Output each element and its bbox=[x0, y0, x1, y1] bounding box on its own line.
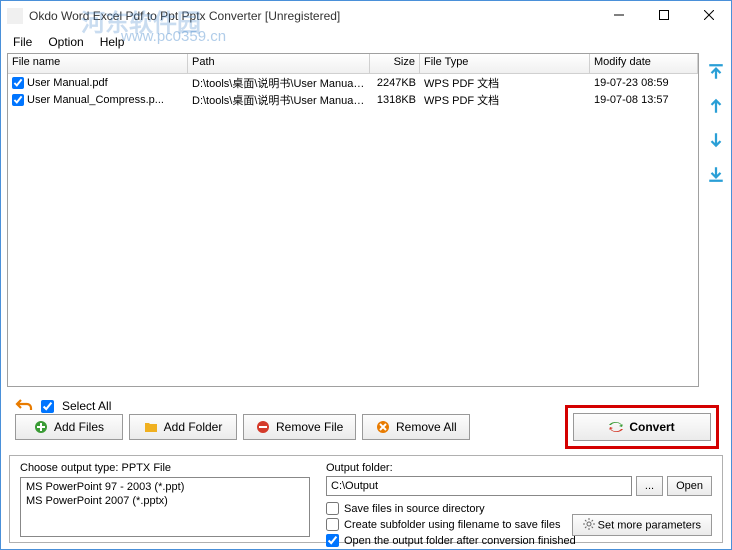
move-down-icon[interactable] bbox=[707, 131, 725, 149]
cell-path: D:\tools\桌面\说明书\User Manual_C... bbox=[188, 91, 370, 109]
row-checkbox[interactable] bbox=[12, 77, 24, 89]
titlebar: Okdo Word Excel Pdf to Ppt Pptx Converte… bbox=[1, 1, 731, 31]
cell-size: 1318KB bbox=[370, 93, 420, 107]
output-folder-input[interactable] bbox=[326, 476, 632, 496]
browse-button[interactable]: ... bbox=[636, 476, 663, 496]
table-body: User Manual.pdf D:\tools\桌面\说明书\User Man… bbox=[8, 74, 698, 108]
convert-highlight: Convert bbox=[565, 405, 719, 449]
col-size[interactable]: Size bbox=[370, 54, 420, 73]
window-title: Okdo Word Excel Pdf to Ppt Pptx Converte… bbox=[29, 9, 340, 23]
col-filename[interactable]: File name bbox=[8, 54, 188, 73]
convert-icon bbox=[609, 420, 623, 434]
output-type-label: Choose output type: bbox=[20, 462, 118, 474]
cell-name: User Manual.pdf bbox=[27, 77, 108, 89]
move-up-icon[interactable] bbox=[707, 97, 725, 115]
table-row[interactable]: User Manual_Compress.p... D:\tools\桌面\说明… bbox=[8, 91, 698, 108]
menu-option[interactable]: Option bbox=[40, 33, 91, 51]
add-folder-button[interactable]: Add Folder bbox=[129, 414, 237, 440]
maximize-button[interactable] bbox=[641, 1, 686, 29]
cell-path: D:\tools\桌面\说明书\User Manual.pdf bbox=[188, 74, 370, 92]
add-folder-label: Add Folder bbox=[164, 420, 223, 434]
table-row[interactable]: User Manual.pdf D:\tools\桌面\说明书\User Man… bbox=[8, 74, 698, 91]
file-list-panel: File name Path Size File Type Modify dat… bbox=[7, 53, 699, 387]
cell-name: User Manual_Compress.p... bbox=[27, 94, 164, 106]
add-files-button[interactable]: Add Files bbox=[15, 414, 123, 440]
cell-date: 19-07-08 13:57 bbox=[590, 93, 698, 107]
output-type-value: PPTX File bbox=[122, 462, 172, 474]
cell-date: 19-07-23 08:59 bbox=[590, 76, 698, 90]
cell-size: 2247KB bbox=[370, 76, 420, 90]
move-bottom-icon[interactable] bbox=[707, 165, 725, 183]
col-filetype[interactable]: File Type bbox=[420, 54, 590, 73]
create-subfolder-label: Create subfolder using filename to save … bbox=[344, 519, 560, 531]
create-subfolder-checkbox[interactable] bbox=[326, 518, 339, 531]
minimize-button[interactable] bbox=[596, 1, 641, 29]
reorder-controls bbox=[705, 63, 727, 183]
more-parameters-label: Set more parameters bbox=[598, 519, 701, 531]
remove-all-label: Remove All bbox=[396, 420, 457, 434]
output-type-list[interactable]: MS PowerPoint 97 - 2003 (*.ppt) MS Power… bbox=[20, 477, 310, 537]
open-after-label: Open the output folder after conversion … bbox=[344, 535, 576, 547]
output-folder-label: Output folder: bbox=[326, 462, 712, 474]
type-option[interactable]: MS PowerPoint 2007 (*.pptx) bbox=[23, 494, 307, 508]
move-top-icon[interactable] bbox=[707, 63, 725, 81]
convert-button[interactable]: Convert bbox=[573, 413, 711, 441]
more-parameters-button[interactable]: Set more parameters bbox=[572, 514, 712, 536]
close-button[interactable] bbox=[686, 1, 731, 29]
gear-icon bbox=[583, 518, 595, 533]
col-path[interactable]: Path bbox=[188, 54, 370, 73]
menubar: File Option Help bbox=[1, 31, 731, 53]
open-after-checkbox[interactable] bbox=[326, 534, 339, 547]
open-folder-button[interactable]: Open bbox=[667, 476, 712, 496]
folder-icon bbox=[144, 420, 158, 434]
save-in-source-checkbox[interactable] bbox=[326, 502, 339, 515]
output-panel: Choose output type: PPTX File MS PowerPo… bbox=[9, 455, 723, 543]
minus-icon bbox=[256, 420, 270, 434]
table-header: File name Path Size File Type Modify dat… bbox=[8, 54, 698, 74]
menu-file[interactable]: File bbox=[5, 33, 40, 51]
app-icon bbox=[7, 8, 23, 24]
col-modifydate[interactable]: Modify date bbox=[590, 54, 698, 73]
remove-file-label: Remove File bbox=[276, 420, 343, 434]
remove-all-icon bbox=[376, 420, 390, 434]
type-option[interactable]: MS PowerPoint 97 - 2003 (*.ppt) bbox=[23, 480, 307, 494]
plus-icon bbox=[34, 420, 48, 434]
save-in-source-label: Save files in source directory bbox=[344, 503, 485, 515]
remove-all-button[interactable]: Remove All bbox=[362, 414, 470, 440]
menu-help[interactable]: Help bbox=[92, 33, 133, 51]
add-files-label: Add Files bbox=[54, 420, 104, 434]
cell-type: WPS PDF 文档 bbox=[420, 74, 590, 92]
remove-file-button[interactable]: Remove File bbox=[243, 414, 356, 440]
row-checkbox[interactable] bbox=[12, 94, 24, 106]
convert-label: Convert bbox=[629, 420, 674, 434]
cell-type: WPS PDF 文档 bbox=[420, 91, 590, 109]
